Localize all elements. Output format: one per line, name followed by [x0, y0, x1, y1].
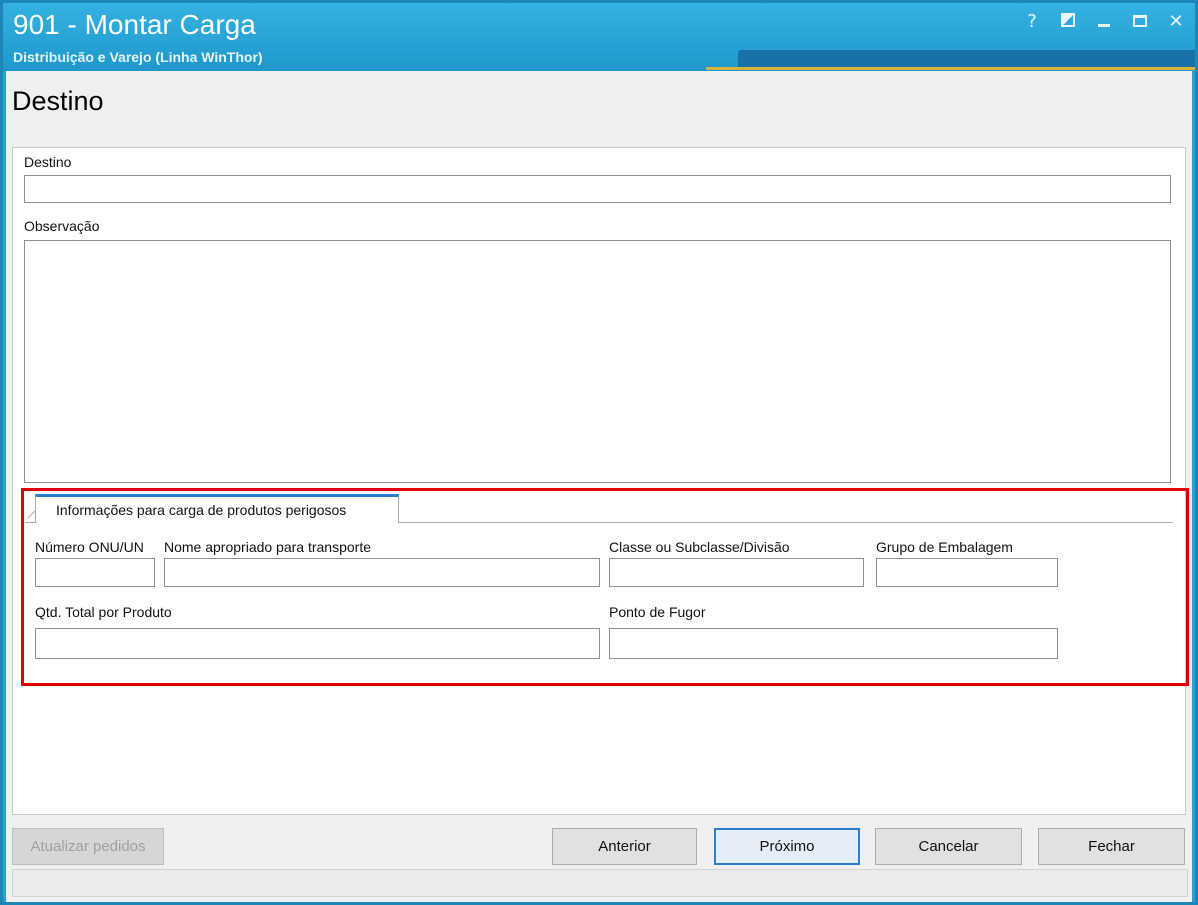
destino-label: Destino [24, 154, 72, 170]
anterior-button[interactable]: Anterior [552, 828, 697, 865]
observacao-textarea[interactable] [24, 240, 1171, 483]
qtd-input[interactable] [35, 628, 600, 659]
client-area: Destino Destino Observação Informações p… [6, 71, 1192, 902]
restore-icon [1061, 13, 1075, 27]
tab-dangerous-goods-label: Informações para carga de produtos perig… [56, 502, 347, 518]
title-bar: 901 - Montar Carga Distribuição e Varejo… [3, 3, 1195, 71]
status-bar [12, 869, 1188, 897]
tab-dangerous-goods[interactable]: Informações para carga de produtos perig… [35, 494, 399, 523]
grupo-label: Grupo de Embalagem [876, 539, 1013, 555]
ponto-input[interactable] [609, 628, 1058, 659]
title-accent-bar [738, 50, 1195, 68]
ponto-label: Ponto de Fugor [609, 604, 706, 620]
restore-button[interactable] [1059, 11, 1077, 32]
fechar-button[interactable]: Fechar [1038, 828, 1185, 865]
classe-label: Classe ou Subclasse/Divisão [609, 539, 790, 555]
nome-input[interactable] [164, 558, 600, 587]
grupo-input[interactable] [876, 558, 1058, 587]
app-window: 901 - Montar Carga Distribuição e Varejo… [0, 0, 1198, 905]
title-accent-line [706, 67, 1195, 70]
proximo-button[interactable]: Próximo [714, 828, 860, 865]
tab-divider-left [25, 522, 37, 523]
page-title: Destino [12, 86, 104, 116]
nome-label: Nome apropriado para transporte [164, 539, 372, 555]
minimize-button[interactable] [1095, 11, 1113, 32]
tab-divider [399, 522, 1173, 523]
onu-label: Número ONU/UN [35, 539, 144, 555]
classe-input[interactable] [609, 558, 864, 587]
maximize-button[interactable] [1131, 11, 1149, 32]
content-panel: Destino Observação Informações para carg… [12, 147, 1189, 815]
window-subtitle: Distribuição e Varejo (Linha WinThor) [13, 49, 263, 65]
close-button[interactable]: ✕ [1167, 11, 1185, 32]
atualizar-pedidos-button[interactable]: Atualizar pedidos [12, 828, 164, 865]
window-controls: ? ✕ [1023, 11, 1185, 32]
destino-input[interactable] [24, 175, 1171, 203]
maximize-icon [1133, 15, 1147, 27]
help-button[interactable]: ? [1023, 11, 1041, 32]
qtd-label: Qtd. Total por Produto [35, 604, 172, 620]
onu-input[interactable] [35, 558, 155, 587]
observacao-label: Observação [24, 218, 100, 234]
cancelar-button[interactable]: Cancelar [875, 828, 1022, 865]
minimize-icon [1098, 24, 1110, 27]
window-title: 901 - Montar Carga [13, 9, 256, 40]
